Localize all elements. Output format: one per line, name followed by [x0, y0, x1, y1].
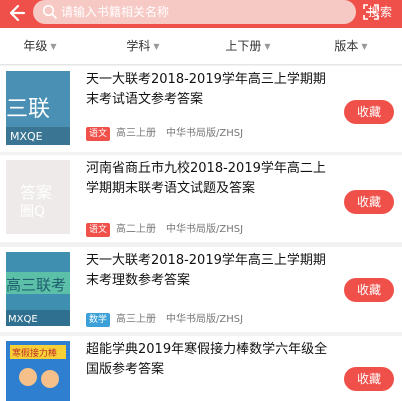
grade-label: 高三上册 [116, 128, 157, 139]
subject-badge: 语文 [86, 127, 111, 141]
caret-down-icon: ▼ [264, 42, 271, 51]
filter-volume[interactable]: 上下册 ▼ [208, 28, 288, 64]
filter-grade[interactable]: 年级 ▼ [0, 28, 80, 64]
filter-label: 上下册 [225, 39, 262, 53]
book-meta: 数学 高三上册 中华书局版/ZHSJ [86, 313, 253, 327]
book-cover-image: 三联 MXQE [6, 71, 70, 145]
search-button[interactable]: 搜索 [360, 0, 400, 24]
back-button[interactable] [2, 2, 28, 26]
list-item[interactable]: 答案 圈Q 河南省商丘市九校2018-2019学年高二上学期期末联考语文试题及答… [0, 155, 402, 242]
filter-bar: 年级 ▼ 学科 ▼ 上下册 ▼ 版本 ▼ [0, 28, 402, 65]
book-cover-image: 高三联考 MXQE [6, 252, 70, 326]
publisher-label: 中华书局版/ZHSJ [166, 314, 244, 325]
svg-text:答案: 答案 [20, 183, 52, 202]
collect-button[interactable]: 收藏 [344, 100, 394, 124]
caret-down-icon: ▼ [50, 42, 57, 51]
caret-down-icon: ▼ [153, 42, 160, 51]
filter-edition[interactable]: 版本 ▼ [311, 28, 391, 64]
svg-text:高三联考: 高三联考 [6, 276, 66, 294]
search-icon [42, 4, 57, 19]
filter-label: 学科 [126, 39, 151, 53]
list-item[interactable]: 三联 MXQE 天一大联考2018-2019学年高三上学期期末考试语文参考答案 … [0, 66, 402, 152]
collect-button[interactable]: 收藏 [344, 278, 394, 302]
svg-text:寒假接力棒: 寒假接力棒 [12, 347, 57, 359]
grade-label: 高三上册 [116, 314, 157, 325]
list-item[interactable]: 寒假接力棒 超能学典2019年寒假接力棒数学六年级全国版参考答案 收藏 [0, 336, 402, 401]
list-item[interactable]: 高三联考 MXQE 天一大联考2018-2019学年高三上学期期末考理数参考答案… [0, 247, 402, 332]
top-bar: 搜索 [0, 0, 402, 28]
book-meta: 语文 高三上册 中华书局版/ZHSJ [86, 127, 253, 141]
grade-label: 高二上册 [116, 224, 157, 235]
collect-button[interactable]: 收藏 [344, 367, 394, 391]
filter-label: 版本 [334, 39, 359, 53]
svg-text:三联: 三联 [6, 97, 50, 122]
search-input[interactable] [61, 2, 301, 22]
svg-text:圈Q: 圈Q [20, 204, 45, 220]
book-cover-image: 答案 圈Q [6, 160, 70, 234]
book-title[interactable]: 天一大联考2018-2019学年高三上学期期末考试语文参考答案 [86, 70, 336, 110]
subject-badge: 数学 [86, 313, 111, 327]
book-title[interactable]: 天一大联考2018-2019学年高三上学期期末考理数参考答案 [86, 251, 336, 291]
book-title[interactable]: 河南省商丘市九校2018-2019学年高二上学期期末联考语文试题及答案 [86, 159, 336, 199]
svg-text:MXQE: MXQE [10, 130, 43, 143]
search-box[interactable] [33, 0, 379, 24]
collect-button[interactable]: 收藏 [344, 190, 394, 214]
publisher-label: 中华书局版/ZHSJ [166, 224, 244, 235]
publisher-label: 中华书局版/ZHSJ [166, 128, 244, 139]
caret-down-icon: ▼ [361, 42, 368, 51]
book-meta: 语文 高二上册 中华书局版/ZHSJ [86, 223, 253, 237]
filter-subject[interactable]: 学科 ▼ [103, 28, 183, 64]
book-cover-image: 寒假接力棒 [6, 341, 70, 401]
book-title[interactable]: 超能学典2019年寒假接力棒数学六年级全国版参考答案 [86, 340, 336, 380]
subject-badge: 语文 [86, 223, 111, 237]
svg-text:MXQE: MXQE [8, 314, 38, 325]
arrow-left-icon [9, 4, 26, 22]
filter-label: 年级 [23, 39, 48, 53]
